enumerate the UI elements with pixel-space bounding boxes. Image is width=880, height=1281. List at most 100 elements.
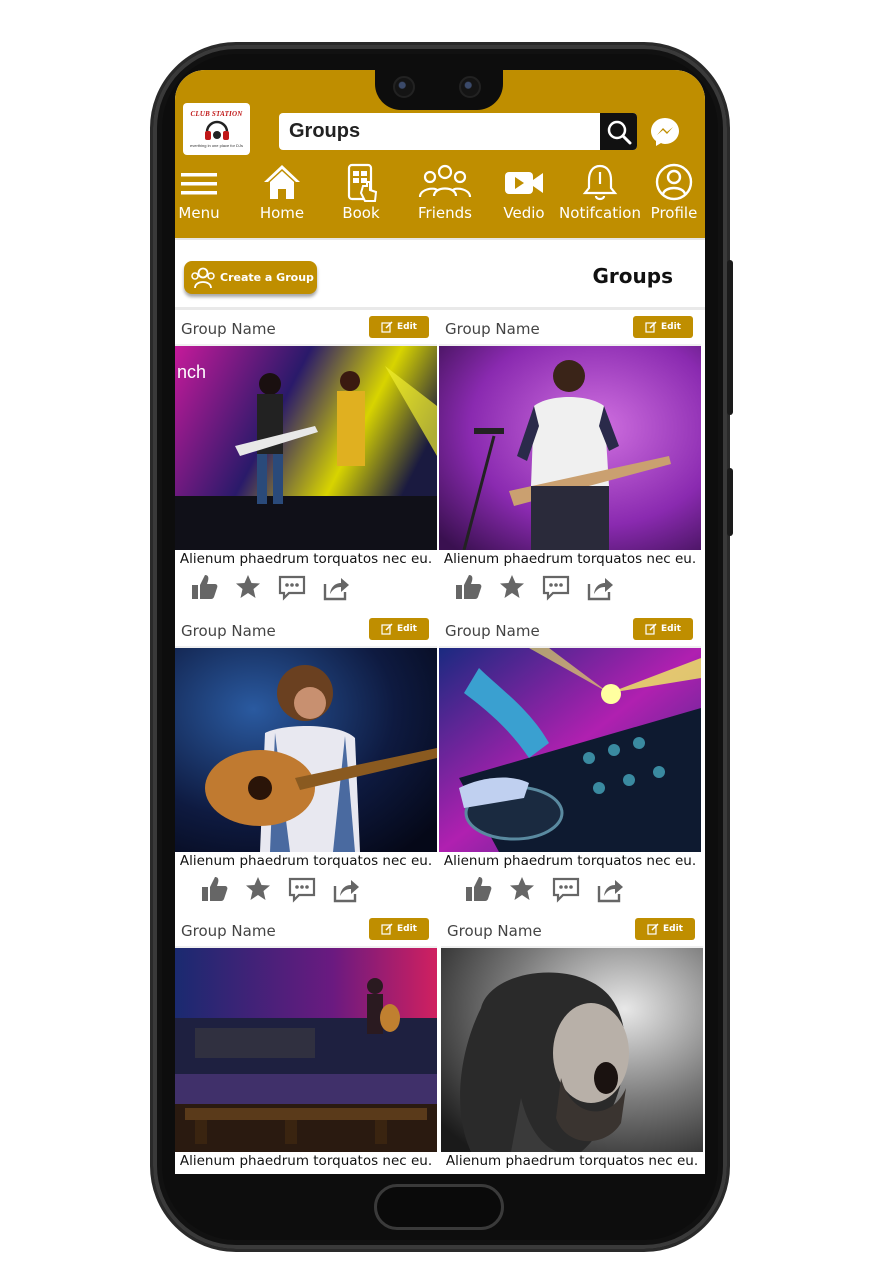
group-image[interactable]: nch xyxy=(175,346,437,550)
home-key[interactable] xyxy=(374,1184,504,1230)
edit-label: Edit xyxy=(663,924,683,934)
edit-icon xyxy=(645,321,657,333)
edit-label: Edit xyxy=(397,924,417,934)
share-icon[interactable] xyxy=(331,874,361,904)
group-card[interactable]: Group Name Edit Alienum phaedrum torquat… xyxy=(439,612,701,910)
group-caption: Alienum phaedrum torquatos nec eu. xyxy=(179,1153,433,1169)
like-icon[interactable] xyxy=(453,572,483,602)
comment-icon[interactable] xyxy=(277,572,307,602)
edit-label: Edit xyxy=(397,322,417,332)
comment-icon[interactable] xyxy=(541,572,571,602)
card-actions xyxy=(463,874,625,904)
volume-button xyxy=(727,260,733,415)
share-icon[interactable] xyxy=(585,572,615,602)
edit-icon xyxy=(647,923,659,935)
messenger-icon[interactable] xyxy=(649,116,681,148)
nav-book[interactable]: Book xyxy=(321,162,401,222)
star-icon[interactable] xyxy=(497,572,527,602)
group-name: Group Name xyxy=(445,320,540,338)
edit-label: Edit xyxy=(661,624,681,634)
group-card[interactable]: Group Name Edit Alienum phaedrum torquat… xyxy=(439,310,701,608)
group-card[interactable]: Group Name Edit nch Alienum phaedrum tor… xyxy=(175,310,437,608)
group-name: Group Name xyxy=(181,922,276,940)
like-icon[interactable] xyxy=(189,572,219,602)
menu-icon xyxy=(181,173,217,195)
nav-label-menu: Menu xyxy=(178,204,220,222)
card-actions xyxy=(199,874,361,904)
group-card[interactable]: Group Name Edit Alienum phaedrum torquat… xyxy=(175,912,437,1174)
group-caption: Alienum phaedrum torquatos nec eu. xyxy=(443,853,697,869)
nav-label-video: Vedio xyxy=(503,204,545,222)
nav-video[interactable]: Vedio xyxy=(484,162,564,222)
edit-button[interactable]: Edit xyxy=(369,618,429,640)
bell-icon xyxy=(582,164,618,201)
search-button[interactable] xyxy=(600,113,637,150)
power-button xyxy=(727,468,733,536)
group-image[interactable] xyxy=(175,648,437,852)
edit-button[interactable]: Edit xyxy=(635,918,695,940)
star-icon[interactable] xyxy=(243,874,273,904)
edit-button[interactable]: Edit xyxy=(633,316,693,338)
group-name: Group Name xyxy=(181,320,276,338)
group-caption: Alienum phaedrum torquatos nec eu. xyxy=(443,551,697,567)
front-camera-icon xyxy=(459,76,481,98)
card-actions xyxy=(189,572,351,602)
star-icon[interactable] xyxy=(233,572,263,602)
edit-button[interactable]: Edit xyxy=(369,316,429,338)
nav-profile[interactable]: Profile xyxy=(634,162,705,222)
create-group-label: Create a Group xyxy=(220,271,314,284)
group-name: Group Name xyxy=(447,922,542,940)
group-name: Group Name xyxy=(181,622,276,640)
logo-text: CLUB STATION xyxy=(190,110,243,118)
like-icon[interactable] xyxy=(199,874,229,904)
book-icon xyxy=(347,163,378,202)
card-header: Group Name Edit xyxy=(439,310,701,346)
phone-notch xyxy=(375,68,503,110)
edit-icon xyxy=(381,321,393,333)
nav-label-home: Home xyxy=(259,204,305,222)
card-header: Group Name Edit xyxy=(175,310,437,346)
edit-button[interactable]: Edit xyxy=(633,618,693,640)
headphones-icon xyxy=(204,120,229,140)
like-icon[interactable] xyxy=(463,874,493,904)
search-input[interactable]: Groups xyxy=(279,120,600,143)
edit-icon xyxy=(381,923,393,935)
edit-icon xyxy=(381,623,393,635)
search-bar[interactable]: Groups xyxy=(279,113,637,150)
app-screen: CLUB STATION everthing in one place for … xyxy=(175,70,705,1174)
share-icon[interactable] xyxy=(595,874,625,904)
nav-friends[interactable]: Friends xyxy=(405,162,485,222)
card-actions xyxy=(453,572,615,602)
nav-menu[interactable]: Menu xyxy=(175,162,239,222)
edit-label: Edit xyxy=(397,624,417,634)
group-image[interactable] xyxy=(175,948,437,1152)
nav-home[interactable]: Home xyxy=(242,162,322,222)
comment-icon[interactable] xyxy=(551,874,581,904)
nav-label-notification: Notifcation xyxy=(559,204,641,222)
group-caption: Alienum phaedrum torquatos nec eu. xyxy=(179,551,433,567)
edit-icon xyxy=(645,623,657,635)
share-icon[interactable] xyxy=(321,572,351,602)
app-logo[interactable]: CLUB STATION everthing in one place for … xyxy=(183,103,250,155)
nav-notification[interactable]: Notifcation xyxy=(559,162,641,222)
group-image[interactable] xyxy=(439,648,701,852)
card-header: Group Name Edit xyxy=(175,612,437,648)
profile-icon xyxy=(655,163,693,201)
search-icon xyxy=(607,120,631,144)
group-card[interactable]: Group Name Edit Alienum phaedrum torquat… xyxy=(175,612,437,910)
video-icon xyxy=(505,172,543,194)
page-title: Groups xyxy=(592,264,673,288)
group-card[interactable]: Group Name Edit Alienum phaedrum torquat… xyxy=(441,912,703,1174)
group-icon xyxy=(191,267,215,288)
edit-button[interactable]: Edit xyxy=(369,918,429,940)
star-icon[interactable] xyxy=(507,874,537,904)
group-image[interactable] xyxy=(439,346,701,550)
card-header: Group Name Edit xyxy=(175,912,437,948)
svg-text:nch: nch xyxy=(177,362,206,382)
group-image[interactable] xyxy=(441,948,703,1152)
front-sensor-icon xyxy=(393,76,415,98)
create-group-button[interactable]: Create a Group xyxy=(184,261,317,294)
card-header: Group Name Edit xyxy=(439,612,701,648)
edit-label: Edit xyxy=(661,322,681,332)
comment-icon[interactable] xyxy=(287,874,317,904)
